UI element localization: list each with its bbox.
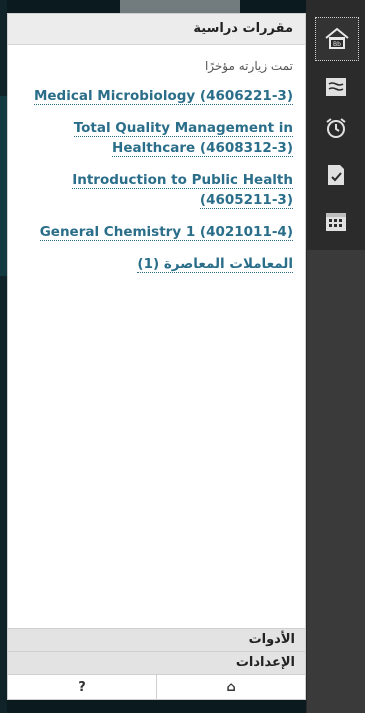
stream-icon [326,78,346,96]
course-link[interactable]: Medical Microbiology (4606221-3) [33,88,293,105]
settings-menu-item[interactable]: الإعدادات [8,651,305,674]
blackboard-home-button[interactable]: Bb [315,17,359,61]
tools-menu-item[interactable]: الأدوات [8,628,305,651]
course-list: Medical Microbiology (4606221-3) Total Q… [8,85,305,273]
due-dates-button[interactable] [315,107,357,149]
course-item: General Chemistry 1 (4021011-4) [18,221,293,241]
course-link[interactable]: Introduction to Public Health (4605211-3… [72,172,293,209]
course-link[interactable]: Total Quality Management in Healthcare (… [73,120,293,157]
background-teal-block [0,96,7,276]
help-icon: ? [78,679,86,695]
course-item: Total Quality Management in Healthcare (… [18,117,293,157]
course-link[interactable]: المعاملات المعاصرة (1) [137,256,293,273]
course-item: Medical Microbiology (4606221-3) [18,85,293,105]
alarm-clock-icon [326,118,346,138]
background-page-scrap [120,0,240,14]
panel-footer: الأدوات الإعدادات ? ⌂ [8,628,305,699]
grades-icon [328,165,344,185]
stream-button[interactable] [315,66,357,108]
svg-text:Bb: Bb [333,41,341,48]
calendar-button[interactable] [315,200,357,242]
calendar-icon [326,213,346,231]
courses-panel: مقررات دراسية تمت زيارته مؤخرًا Medical … [7,13,306,700]
help-button[interactable]: ? [8,675,156,699]
institution-button[interactable]: ⌂ [156,675,305,699]
panel-title: مقررات دراسية [8,14,305,45]
course-item: Introduction to Public Health (4605211-3… [18,169,293,209]
recently-visited-label: تمت زيارته مؤخرًا [204,59,293,73]
footer-toolbar: ? ⌂ [8,674,305,699]
navigation-rail: Bb [306,0,365,713]
course-link[interactable]: General Chemistry 1 (4021011-4) [39,224,293,241]
course-item: المعاملات المعاصرة (1) [18,253,293,273]
institution-icon: ⌂ [226,679,236,695]
background-page-strip [0,0,7,713]
blackboard-home-icon: Bb [325,27,349,49]
grades-button[interactable] [315,154,357,196]
